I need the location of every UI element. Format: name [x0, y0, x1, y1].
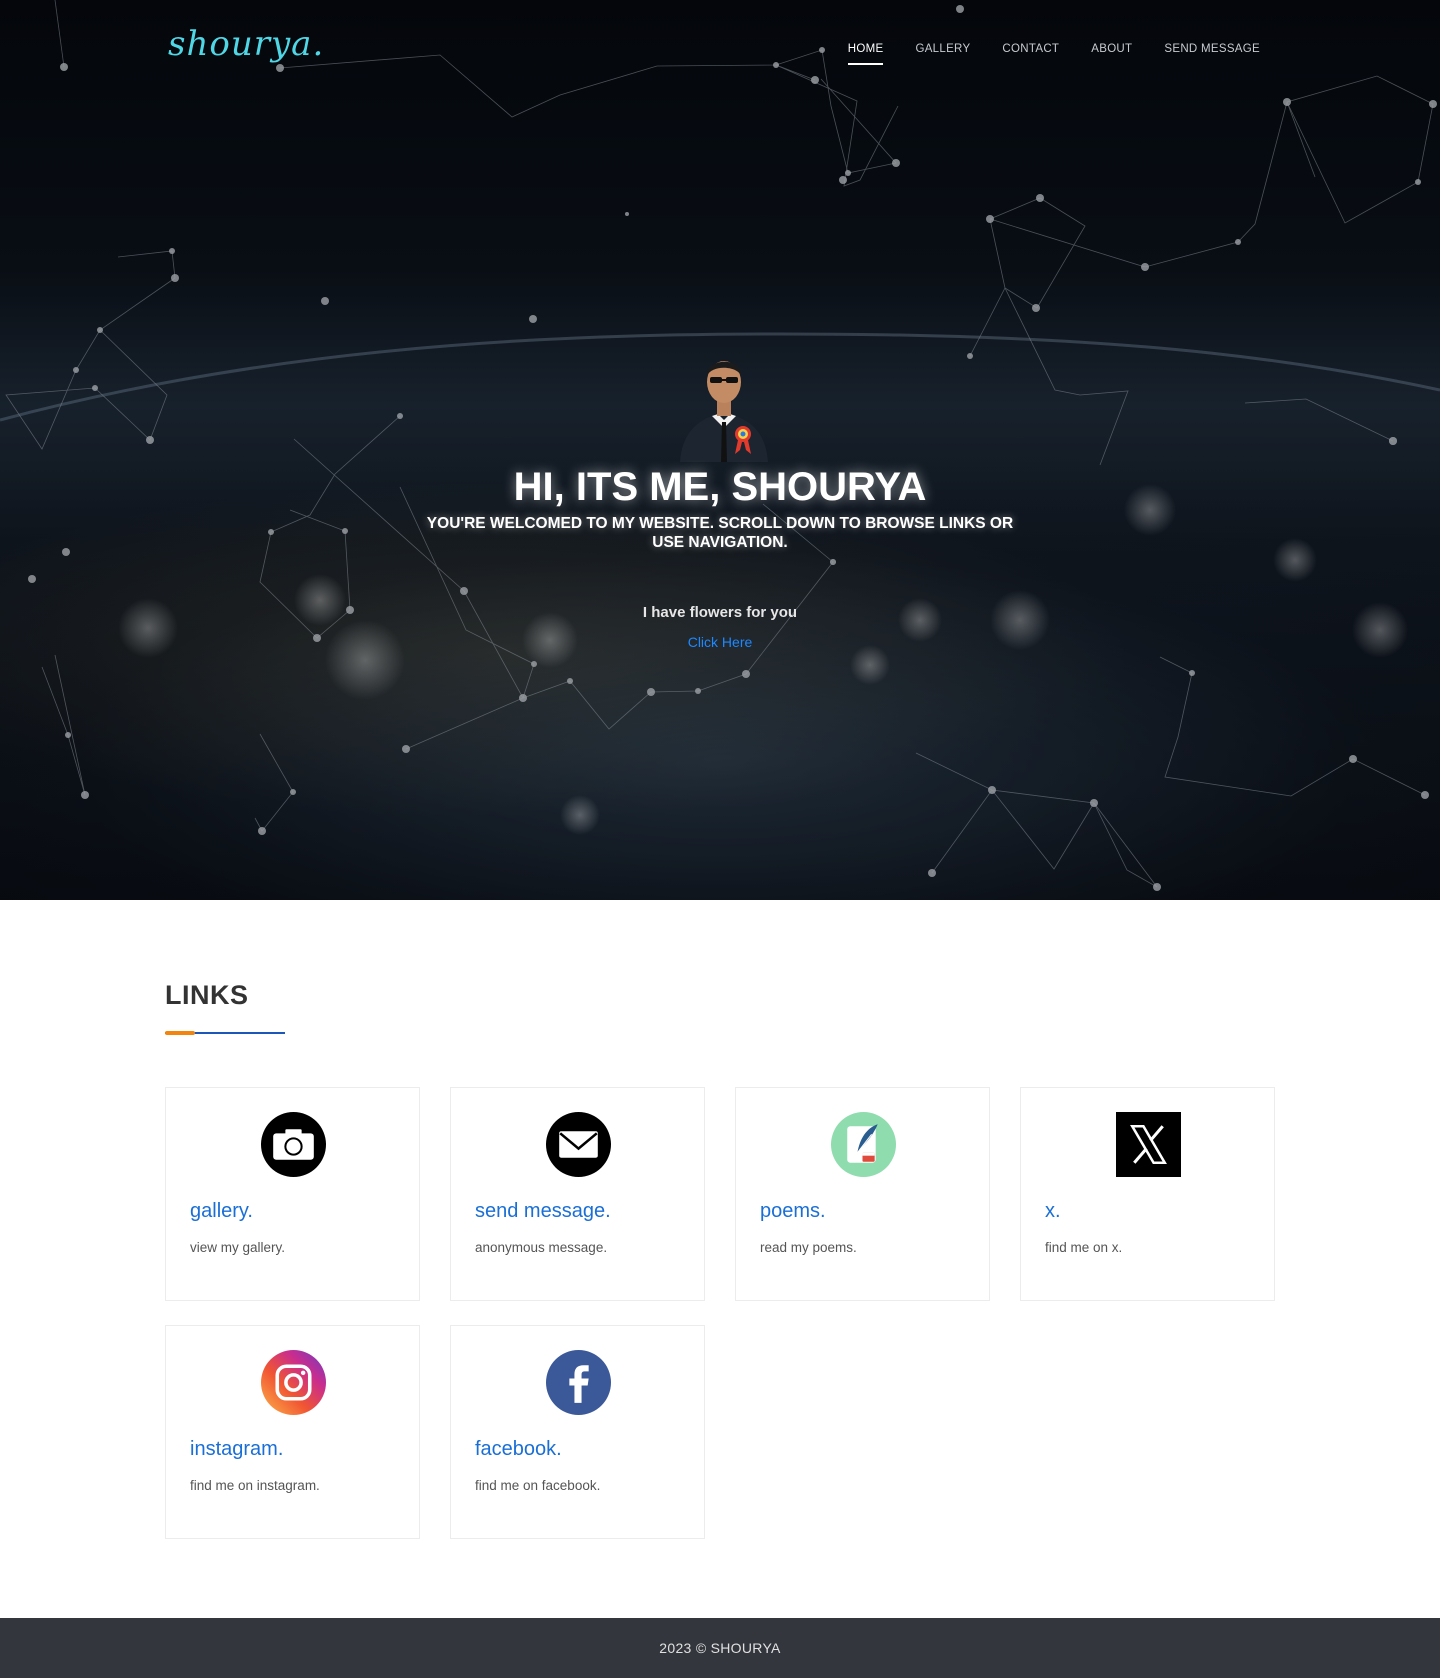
hero-section: shourya. HOME GALLERY CONTACT ABOUT SEND…	[0, 0, 1440, 900]
camera-icon	[261, 1112, 326, 1177]
quill-icon	[831, 1112, 896, 1177]
card-title[interactable]: x.	[1045, 1200, 1061, 1223]
nav-item-gallery[interactable]: GALLERY	[915, 43, 970, 65]
link-card-poems[interactable]: poems. read my poems.	[735, 1087, 990, 1301]
link-card-gallery[interactable]: gallery. view my gallery.	[165, 1087, 420, 1301]
hero-title: HI, ITS ME, SHOURYA	[513, 465, 927, 509]
card-description: find me on facebook.	[475, 1478, 601, 1493]
card-description: find me on instagram.	[190, 1478, 320, 1493]
card-title[interactable]: send message.	[475, 1200, 611, 1223]
card-title[interactable]: gallery.	[190, 1200, 253, 1223]
x-logo-icon	[1116, 1112, 1181, 1177]
envelope-icon	[546, 1112, 611, 1177]
click-here-link[interactable]: Click Here	[0, 634, 1440, 650]
link-card-x[interactable]: x. find me on x.	[1020, 1087, 1275, 1301]
nav-item-contact[interactable]: CONTACT	[1002, 43, 1059, 65]
link-card-instagram[interactable]: instagram. find me on instagram.	[165, 1325, 420, 1539]
heading-underline-accent	[165, 1031, 195, 1035]
top-navigation: shourya. HOME GALLERY CONTACT ABOUT SEND…	[0, 0, 1440, 100]
footer-copyright: 2023 © SHOURYA	[659, 1640, 781, 1656]
instagram-icon	[261, 1350, 326, 1415]
card-title[interactable]: instagram.	[190, 1438, 283, 1461]
footer: 2023 © SHOURYA	[0, 1618, 1440, 1678]
card-description: find me on x.	[1045, 1240, 1123, 1255]
card-description: view my gallery.	[190, 1240, 286, 1255]
profile-photo	[680, 361, 768, 462]
hero-subtitle: YOU'RE WELCOMED TO MY WEBSITE. SCROLL DO…	[426, 515, 1014, 551]
link-card-facebook[interactable]: facebook. find me on facebook.	[450, 1325, 705, 1539]
flowers-text: I have flowers for you	[642, 604, 798, 621]
card-description: read my poems.	[760, 1240, 857, 1255]
card-title[interactable]: facebook.	[475, 1438, 562, 1461]
facebook-icon	[546, 1350, 611, 1415]
nav-item-home[interactable]: HOME	[847, 43, 884, 65]
links-heading: LINKS	[165, 980, 249, 1010]
link-card-send-message[interactable]: send message. anonymous message.	[450, 1087, 705, 1301]
nav-item-about[interactable]: ABOUT	[1091, 43, 1132, 65]
site-logo[interactable]: shourya.	[168, 24, 324, 64]
nav-menu: HOME GALLERY CONTACT ABOUT SEND MESSAGE	[847, 43, 1260, 65]
card-description: anonymous message.	[475, 1240, 608, 1255]
nav-item-send-message[interactable]: SEND MESSAGE	[1164, 43, 1260, 65]
card-title[interactable]: poems.	[760, 1200, 826, 1223]
